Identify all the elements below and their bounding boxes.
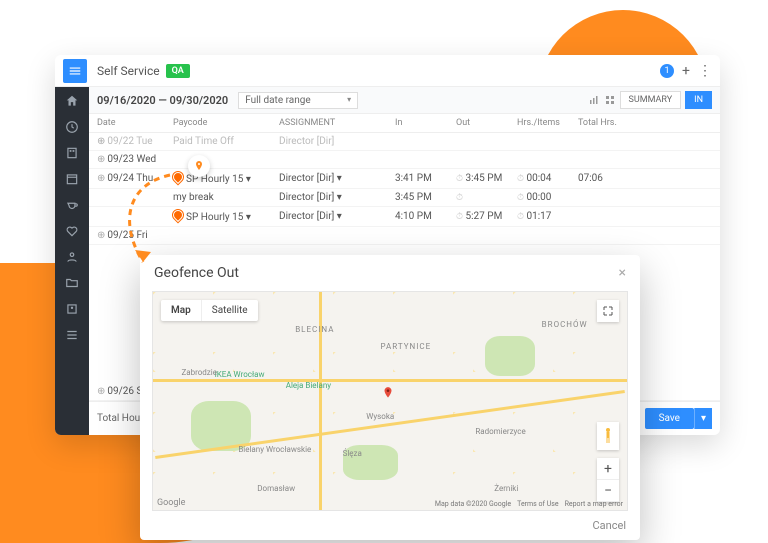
table-row[interactable]: ⊕09/25 Fri [89,227,720,245]
map-type-control[interactable]: Map Satellite [161,300,258,321]
grid-icon[interactable] [604,94,616,106]
report-link[interactable]: Report a map error [565,500,623,508]
sidebar-heart-icon[interactable] [64,223,80,239]
zoom-out-button[interactable]: − [597,480,619,502]
map-attribution: Map data ©2020 Google Terms of Use Repor… [435,500,623,508]
date-range-dropdown[interactable]: Full date range [238,92,358,109]
bar-chart-icon[interactable] [588,94,600,106]
date-range-picker[interactable]: 09/16/2020 — 09/30/2020 [97,94,228,107]
app-title: Self Service [97,64,160,78]
sidebar-coffee-icon[interactable] [64,197,80,213]
sidebar-clock-icon[interactable] [64,119,80,135]
table-header: Date Paycode ASSIGNMENT In Out Hrs./Item… [89,114,720,133]
zoom-in-button[interactable]: + [597,458,619,480]
in-toggle[interactable]: IN [685,91,712,109]
map-canvas[interactable]: Map Satellite + − IKEA Wrocław Aleja Bie… [152,291,628,511]
sidebar-list-icon[interactable] [64,327,80,343]
sidebar-user-icon[interactable] [64,301,80,317]
fullscreen-icon[interactable] [597,300,619,322]
map-marker-icon [381,384,395,398]
filter-bar: 09/16/2020 — 09/30/2020 Full date range … [89,87,720,114]
sidebar-calendar-icon[interactable] [64,171,80,187]
more-menu[interactable]: ⋮ [698,63,712,79]
map-type-map[interactable]: Map [161,300,202,321]
sidebar-users-icon[interactable] [64,249,80,265]
summary-toggle[interactable]: SUMMARY [620,91,682,109]
google-logo: Google [157,498,185,508]
table-row[interactable]: my break Director [Dir] ▾ 3:45 PM ⏱ ⏱ 00… [89,189,720,207]
notification-badge[interactable]: 1 [660,64,674,78]
map-type-satellite[interactable]: Satellite [202,300,258,321]
modal-title: Geofence Out [154,265,239,281]
terms-link[interactable]: Terms of Use [517,500,558,508]
callout-pin-icon [188,155,210,177]
table-row[interactable]: SP Hourly 15 ▾ Director [Dir] ▾ 4:10 PM … [89,207,720,227]
close-icon[interactable]: × [619,265,626,281]
sidebar-folder-icon[interactable] [64,275,80,291]
sidebar [55,87,89,435]
pegman-icon[interactable] [597,422,619,450]
zoom-control: + − [597,458,619,502]
geofence-modal: Geofence Out × Map Satellite + − IKEA Wr… [140,255,640,540]
table-row[interactable]: ⊕09/23 Wed [89,151,720,169]
sidebar-home-icon[interactable] [64,93,80,109]
add-button[interactable]: + [682,63,690,79]
save-button[interactable]: Save▾ [645,408,712,429]
hamburger-menu[interactable] [63,59,87,83]
topbar: Self Service QA 1 + ⋮ [55,55,720,87]
geofence-pin-icon [171,208,185,222]
table-row[interactable]: ⊕09/24 Thu SP Hourly 15 ▾ Director [Dir]… [89,169,720,189]
table-row[interactable]: ⊕09/22 Tue Paid Time Off Director [Dir] [89,133,720,151]
sidebar-building-icon[interactable] [64,145,80,161]
env-badge: QA [166,64,190,78]
geofence-pin-icon [171,170,185,184]
cancel-button[interactable]: Cancel [593,519,626,532]
